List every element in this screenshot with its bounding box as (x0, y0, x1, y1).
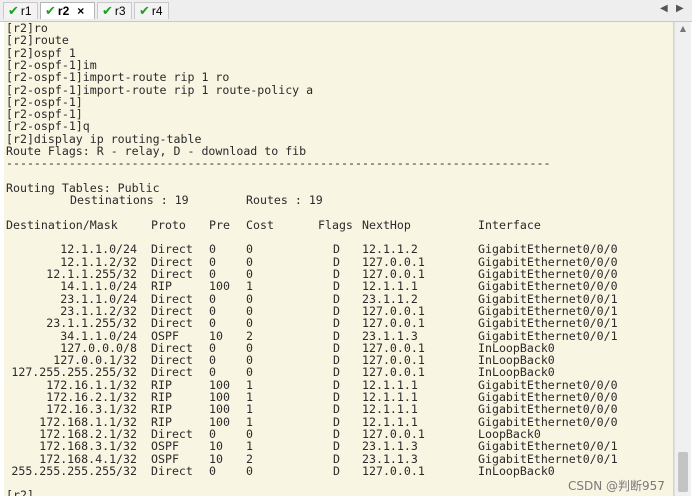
tab-label: r3 (114, 4, 126, 18)
route-cell: GigabitEthernet0/0/1 (478, 328, 618, 343)
route-cell: 10 (209, 328, 223, 343)
session-tab-bar: ✔ r1 ✔ r2 × ✔ r3 ✔ r4 ◀ ▶ (0, 0, 692, 22)
route-cell: 1 (246, 439, 253, 454)
route-cell: 0 (246, 316, 253, 331)
route-cell: GigabitEthernet0/0/1 (478, 451, 618, 466)
command-line: [r2-ospf-1]q (6, 119, 90, 134)
separator-line: ----------------------------------------… (6, 156, 551, 171)
terminal-console[interactable]: [r2]ro [r2]route [r2]ospf 1 [r2-ospf-1]im [r… (4, 22, 674, 496)
route-cell: RIP (151, 402, 172, 417)
route-cell: D (333, 463, 340, 478)
route-cell: 0 (246, 365, 253, 380)
route-cell: Direct (151, 365, 193, 380)
scrollbar-thumb[interactable] (678, 452, 688, 492)
route-cell: D (333, 365, 340, 380)
column-header: Proto (151, 217, 186, 232)
route-cell: 127.255.255.255/32 (11, 365, 137, 380)
command-line: [r2-ospf-1]import-route rip 1 route-poli… (6, 82, 314, 97)
route-cell: Direct (151, 316, 193, 331)
route-cell: 1 (246, 279, 253, 294)
column-header: NextHop (362, 217, 411, 232)
route-cell: 127.0.0.1 (362, 316, 425, 331)
scroll-tabs-right-icon[interactable]: ▶ (676, 3, 684, 14)
tab-r2[interactable]: ✔ r2 × (40, 2, 95, 19)
route-cell: 0 (246, 463, 253, 478)
route-cell: 127.0.0.1 (362, 365, 425, 380)
tab-r1[interactable]: ✔ r1 (3, 2, 38, 19)
route-cell: D (333, 279, 340, 294)
column-header: Interface (478, 217, 541, 232)
tab-r3[interactable]: ✔ r3 (97, 2, 132, 19)
route-cell: 172.168.4.1/32 (39, 451, 137, 466)
route-cell: D (333, 242, 340, 257)
route-cell: 0 (209, 365, 216, 380)
route-cell: Direct (151, 242, 193, 257)
route-cell: D (333, 402, 340, 417)
command-line: [r2]route (6, 33, 69, 48)
route-cell: GigabitEthernet0/0/1 (478, 316, 618, 331)
route-cell: 34.1.1.0/24 (60, 328, 137, 343)
route-cell: D (333, 328, 340, 343)
route-cell: GigabitEthernet0/0/0 (478, 242, 618, 257)
route-cell: 1 (246, 402, 253, 417)
watermark: CSDN @判断957 (568, 479, 665, 493)
route-cell: RIP (151, 279, 172, 294)
route-cell: 0 (246, 242, 253, 257)
route-cell: 100 (209, 402, 230, 417)
route-cell: 12.1.1.1 (362, 279, 418, 294)
route-cell: 127.0.0.1 (362, 463, 425, 478)
route-cell: GigabitEthernet0/0/0 (478, 402, 618, 417)
tab-label: r1 (20, 4, 32, 18)
route-cell: 172.168.3.1/32 (39, 439, 137, 454)
route-cell: 255.255.255.255/32 (11, 463, 137, 478)
route-cell: 100 (209, 279, 230, 294)
route-cell: 0 (209, 316, 216, 331)
route-cell: D (333, 316, 340, 331)
connected-check-icon: ✔ (139, 3, 150, 18)
connected-check-icon: ✔ (8, 3, 19, 18)
route-cell: InLoopBack0 (478, 365, 555, 380)
scroll-tabs-left-icon[interactable]: ◀ (660, 3, 668, 14)
tab-label: r2 (57, 4, 70, 18)
route-cell: Direct (151, 463, 193, 478)
column-header: Pre (209, 217, 230, 232)
route-cell: 0 (209, 242, 216, 257)
route-cell: OSPF (151, 451, 179, 466)
route-cell: 172.16.3.1/32 (46, 402, 137, 417)
command-prompt: [r2] (6, 488, 34, 496)
route-cell: D (333, 451, 340, 466)
scroll-up-icon[interactable]: ▲ (675, 22, 691, 36)
destinations-count: Destinations : 19 (70, 193, 189, 208)
route-cell: 10 (209, 451, 223, 466)
close-tab-icon[interactable]: × (77, 4, 84, 18)
route-cell: GigabitEthernet0/0/1 (478, 439, 618, 454)
tab-label: r4 (151, 4, 163, 18)
command-line: [r2-ospf-1]import-route rip 1 ro (6, 70, 230, 85)
route-cell: 23.1.1.3 (362, 439, 418, 454)
column-header: Flags (318, 217, 353, 232)
route-cell: 12.1.1.2 (362, 242, 418, 257)
terminal-scrollbar[interactable]: ▲ (674, 22, 691, 496)
route-cell: OSPF (151, 328, 179, 343)
route-cell: 23.1.1.3 (362, 328, 418, 343)
tab-r4[interactable]: ✔ r4 (134, 2, 169, 19)
connected-check-icon: ✔ (102, 3, 113, 18)
connected-check-icon: ✔ (45, 3, 56, 18)
route-cell: D (333, 439, 340, 454)
route-cell: 12.1.1.1 (362, 402, 418, 417)
route-cell: 23.1.1.3 (362, 451, 418, 466)
column-header: Destination/Mask (6, 217, 118, 232)
route-cell: InLoopBack0 (478, 463, 555, 478)
column-header: Cost (246, 217, 274, 232)
route-cell: 12.1.1.0/24 (60, 242, 137, 257)
route-cell: 10 (209, 439, 223, 454)
route-cell: 23.1.1.255/32 (46, 316, 137, 331)
route-cell: 0 (209, 463, 216, 478)
route-cell: 14.1.1.0/24 (60, 279, 137, 294)
route-cell: 2 (246, 328, 253, 343)
route-cell: OSPF (151, 439, 179, 454)
route-cell: GigabitEthernet0/0/0 (478, 279, 618, 294)
routes-count: Routes : 19 (246, 193, 323, 208)
route-cell: 2 (246, 451, 253, 466)
